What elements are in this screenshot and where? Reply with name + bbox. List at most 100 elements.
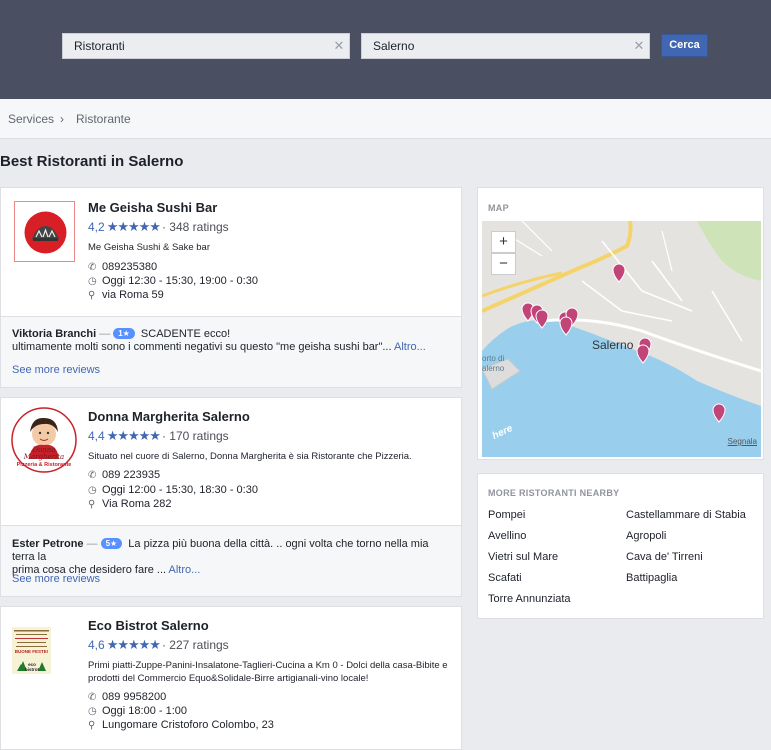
review-more-link[interactable]: Altro...	[394, 341, 426, 353]
review-author[interactable]: Viktoria Branchi	[12, 328, 96, 340]
nearby-panel: MORE RISTORANTI NEARBY Pompei Avellino V…	[477, 473, 764, 619]
clock-icon: ◷	[88, 706, 97, 717]
listing-card[interactable]: BUONE FESTE! eco bistrot Eco Bistrot Sal…	[0, 606, 462, 750]
address-text: Lungomare Cristoforo Colombo, 23	[102, 719, 274, 731]
address-text: Via Roma 282	[102, 498, 172, 510]
nearby-title: MORE RISTORANTI NEARBY	[488, 488, 620, 498]
listing-phone: ✆ 089 9958200	[88, 691, 166, 703]
search-query-input[interactable]: Ristoranti ✕	[62, 33, 350, 59]
listing-card[interactable]: Me Geisha Sushi Bar 4,2 ★★★★★ · 348 rating…	[0, 187, 462, 317]
map-pin-icon: ⚲	[88, 499, 96, 510]
address-text: via Roma 59	[102, 289, 164, 301]
phone-number[interactable]: 089 9958200	[102, 691, 166, 703]
review-box: Viktoria Branchi —1★ SCADENTE ecco! ulti…	[0, 317, 462, 388]
map-panel: MAP + − Salerno orto di alerno here Segn…	[477, 187, 764, 460]
map-pin-icon: ⚲	[88, 720, 96, 731]
review-author[interactable]: Ester Petrone	[12, 538, 84, 550]
rating-value: 4,4	[88, 429, 105, 443]
listing-name[interactable]: Me Geisha Sushi Bar	[88, 200, 217, 215]
listing-card[interactable]: Donna Margherita Pizzeria & Ristorante D…	[0, 397, 462, 526]
restaurant-logo[interactable]: BUONE FESTE! eco bistrot	[12, 627, 51, 674]
map-city-label: Salerno	[592, 338, 634, 352]
ratings-count: · 348 ratings	[161, 220, 229, 234]
restaurant-logo[interactable]: Donna Margherita Pizzeria & Ristorante	[11, 407, 77, 473]
search-query-value: Ristoranti	[74, 39, 125, 53]
breadcrumb-root[interactable]: Services	[8, 112, 54, 126]
review-dash: —	[99, 328, 111, 340]
logo-text-mid: Margherita	[23, 453, 65, 461]
listing-hours: ◷ Oggi 12:30 - 15:30, 19:00 - 0:30	[88, 275, 258, 287]
nearby-link[interactable]: Castellammare di Stabia	[626, 509, 746, 521]
logo-text-bottom: Pizzeria & Ristorante	[16, 462, 72, 468]
phone-icon: ✆	[88, 692, 97, 703]
page-title: Best Ristoranti in Salerno	[0, 153, 184, 170]
listing-description: Me Geisha Sushi & Sake bar	[88, 242, 210, 253]
restaurant-logo[interactable]	[14, 201, 75, 262]
listing-rating: 4,2 ★★★★★ · 348 ratings	[88, 219, 229, 235]
clock-icon: ◷	[88, 276, 97, 287]
map-pin-icon: ⚲	[88, 290, 96, 301]
review-text: Ester Petrone —5★ La pizza più buona del…	[12, 538, 452, 577]
listing-hours: ◷ Oggi 12:00 - 15:30, 18:30 - 0:30	[88, 484, 258, 496]
phone-icon: ✆	[88, 470, 97, 481]
rating-stars-icon: ★★★★★	[106, 637, 161, 652]
review-text: Viktoria Branchi —1★ SCADENTE ecco! ulti…	[12, 328, 452, 354]
logo-brand-text: eco bistrot	[25, 662, 39, 672]
listing-description: Primi piatti-Zuppe-Panini-Insalatone-Tag…	[88, 660, 448, 684]
listing-rating: 4,6 ★★★★★ · 227 ratings	[88, 637, 229, 653]
nearby-link[interactable]: Agropoli	[626, 530, 666, 542]
search-location-value: Salerno	[373, 39, 415, 53]
rating-value: 4,2	[88, 220, 105, 234]
clock-icon: ◷	[88, 485, 97, 496]
top-header: Ristoranti ✕ Salerno ✕ Cerca	[0, 0, 771, 99]
nearby-link[interactable]: Vietri sul Mare	[488, 551, 558, 563]
rating-value: 4,6	[88, 638, 105, 652]
review-more-link[interactable]: Altro...	[169, 564, 201, 576]
nearby-link[interactable]: Battipaglia	[626, 572, 677, 584]
review-rating-badge: 1★	[113, 328, 135, 339]
listing-hours: ◷ Oggi 18:00 - 1:00	[88, 705, 187, 717]
zoom-out-button[interactable]: −	[491, 253, 516, 275]
phone-number[interactable]: 089235380	[102, 261, 157, 273]
breadcrumb-separator: ›	[60, 112, 64, 126]
listing-name[interactable]: Eco Bistrot Salerno	[88, 618, 209, 633]
nearby-link[interactable]: Torre Annunziata	[488, 593, 571, 605]
listing-phone: ✆ 089 223935	[88, 469, 160, 481]
listing-address: ⚲ via Roma 59	[88, 289, 164, 301]
see-more-reviews-link[interactable]: See more reviews	[12, 364, 100, 376]
search-button[interactable]: Cerca	[661, 34, 708, 57]
ratings-count: · 170 ratings	[161, 429, 229, 443]
search-location-input[interactable]: Salerno ✕	[361, 33, 650, 59]
review-rating-badge: 5★	[100, 538, 123, 549]
nearby-link[interactable]: Cava de' Tirreni	[626, 551, 703, 563]
logo-banner-text: BUONE FESTE!	[14, 649, 49, 654]
zoom-in-button[interactable]: +	[491, 231, 516, 253]
listing-phone: ✆ 089235380	[88, 261, 157, 273]
phone-number[interactable]: 089 223935	[102, 469, 160, 481]
clear-icon[interactable]: ✕	[632, 34, 646, 58]
review-line-1: SCADENTE ecco!	[140, 328, 231, 340]
breadcrumb-current[interactable]: Ristorante	[76, 112, 131, 126]
map-title: MAP	[488, 203, 509, 213]
see-more-reviews-link[interactable]: See more reviews	[12, 573, 100, 585]
nearby-link[interactable]: Pompei	[488, 509, 525, 521]
map-view[interactable]: + − Salerno orto di alerno here Segnala	[482, 221, 761, 457]
listing-address: ⚲ Via Roma 282	[88, 498, 172, 510]
review-line-2: ultimamente molti sono i commenti negati…	[12, 341, 392, 353]
map-report-link[interactable]: Segnala	[728, 437, 757, 446]
review-dash: —	[86, 538, 98, 550]
clear-icon[interactable]: ✕	[332, 34, 346, 58]
phone-icon: ✆	[88, 262, 97, 273]
review-box: Ester Petrone —5★ La pizza più buona del…	[0, 526, 462, 597]
hours-text: Oggi 18:00 - 1:00	[102, 705, 188, 717]
nearby-link[interactable]: Scafati	[488, 572, 522, 584]
listing-rating: 4,4 ★★★★★ · 170 ratings	[88, 428, 229, 444]
breadcrumb: Services › Ristorante	[0, 99, 771, 139]
rating-stars-icon: ★★★★★	[106, 219, 161, 234]
map-port-label: orto di alerno	[482, 354, 505, 373]
rating-stars-icon: ★★★★★	[106, 428, 161, 443]
listing-name[interactable]: Donna Margherita Salerno	[88, 409, 250, 424]
hours-text: Oggi 12:30 - 15:30, 19:00 - 0:30	[102, 275, 258, 287]
nearby-link[interactable]: Avellino	[488, 530, 526, 542]
ratings-count: · 227 ratings	[161, 638, 229, 652]
